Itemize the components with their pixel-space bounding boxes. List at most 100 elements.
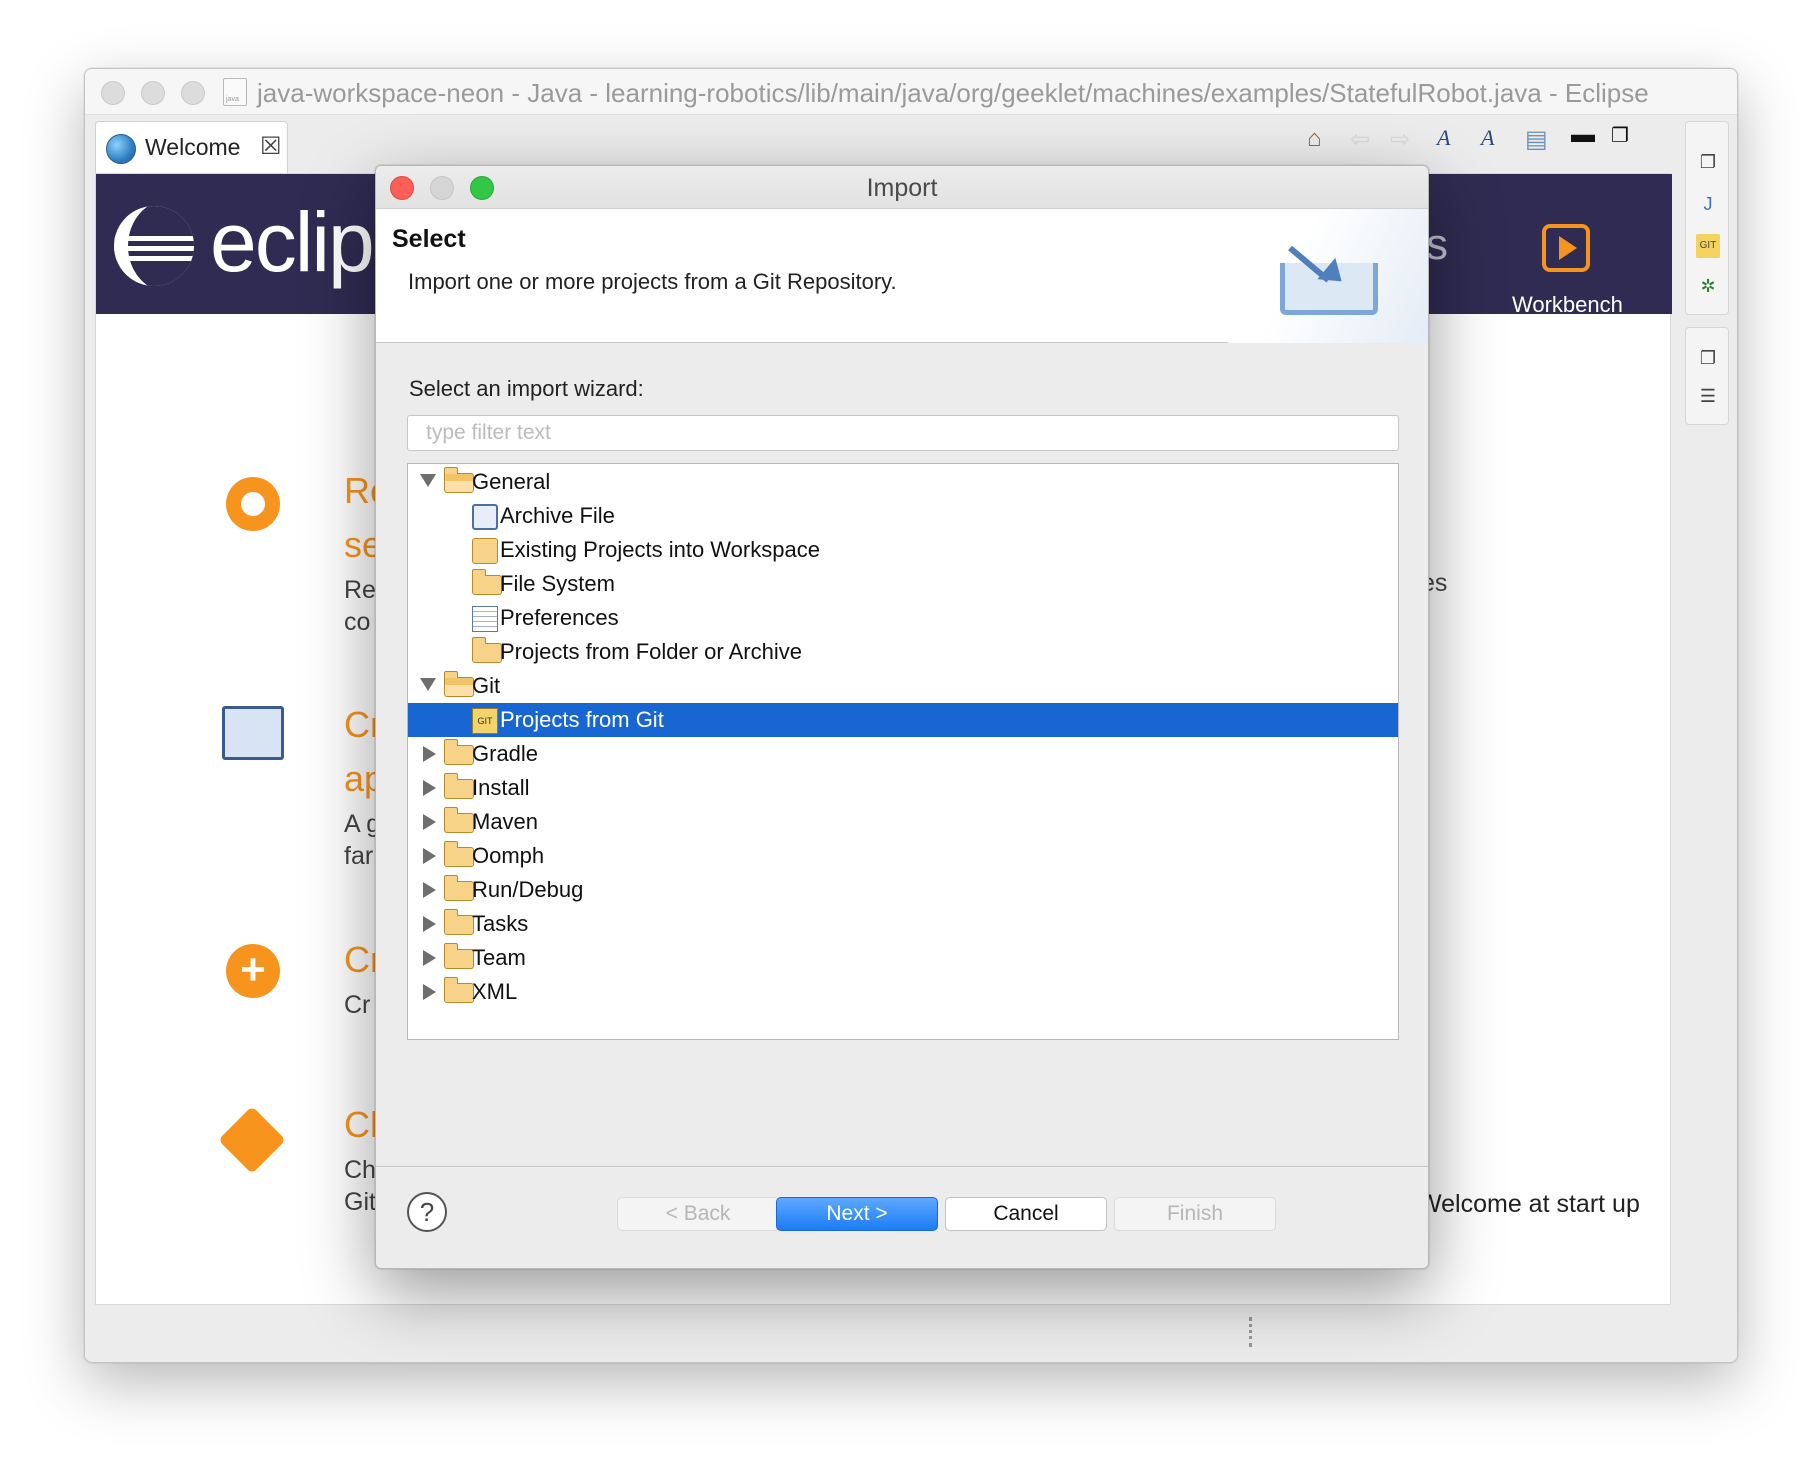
expand-chevron-icon[interactable] <box>423 780 436 796</box>
customize-page-icon[interactable]: ▤ <box>1525 125 1548 154</box>
java-perspective-icon[interactable]: J <box>1696 192 1720 216</box>
welcome-item-text: Cr <box>344 991 371 1019</box>
import-dialog: Import Select Import one or more project… <box>375 165 1429 1269</box>
back-arrow-icon[interactable]: ⇦ <box>1350 125 1370 154</box>
folder-icon <box>443 943 474 969</box>
plus-circle-icon: + <box>226 944 280 998</box>
existing-projects-icon <box>472 538 498 564</box>
folder-icon <box>443 467 474 493</box>
restore-icon[interactable]: ❐ <box>1696 150 1720 174</box>
tree-item-row[interactable]: Existing Projects into Workspace <box>408 533 1398 567</box>
welcome-globe-icon <box>106 134 136 164</box>
tree-folder-row[interactable]: Install <box>408 771 1398 805</box>
git-diamond-icon <box>218 1106 286 1174</box>
task-list-icon[interactable]: ☰ <box>1696 384 1720 408</box>
filter-input[interactable] <box>407 415 1399 451</box>
project-icon <box>222 706 284 760</box>
expand-chevron-icon[interactable] <box>423 984 436 1000</box>
tree-folder-row[interactable]: Gradle <box>408 737 1398 771</box>
minimize-view-icon[interactable]: ▬ <box>1571 121 1595 149</box>
expand-chevron-icon[interactable] <box>423 916 436 932</box>
git-icon: GIT <box>472 708 498 734</box>
view-trim: ❐ ☰ <box>1685 327 1729 425</box>
collapse-chevron-icon[interactable] <box>420 678 436 691</box>
collapse-chevron-icon[interactable] <box>420 474 436 487</box>
preferences-icon <box>472 606 498 632</box>
tree-folder-row[interactable]: XML <box>408 975 1398 1009</box>
home-icon[interactable]: ⌂ <box>1307 125 1322 153</box>
tree-item-row[interactable]: File System <box>408 567 1398 601</box>
welcome-item-text: Ch <box>344 1156 376 1184</box>
increase-font-icon[interactable]: A <box>1481 125 1494 151</box>
tree-folder-row[interactable]: Oomph <box>408 839 1398 873</box>
git-perspective-icon[interactable]: GIT <box>1696 234 1720 258</box>
tab-welcome-label: Welcome <box>145 134 241 160</box>
workbench-link[interactable]: Workbench <box>1512 292 1623 318</box>
expand-chevron-icon[interactable] <box>423 814 436 830</box>
tab-close-icon[interactable]: ☒ <box>260 132 282 161</box>
welcome-item-text: Re <box>344 576 376 604</box>
tree-label: Run/Debug <box>472 877 584 902</box>
zoom-window-button[interactable] <box>181 81 205 105</box>
expand-chevron-icon[interactable] <box>423 848 436 864</box>
tree-label: Install <box>472 775 530 800</box>
dialog-title: Import <box>866 174 938 202</box>
wizard-page-title: Select <box>392 225 466 253</box>
folder-icon <box>443 671 474 697</box>
folder-icon <box>443 841 474 867</box>
tree-item-row[interactable]: Archive File <box>408 499 1398 533</box>
tree-item-row[interactable]: GIT Projects from Git <box>408 703 1398 737</box>
tree-item-row[interactable]: Preferences <box>408 601 1398 635</box>
maximize-view-icon[interactable]: ❐ <box>1611 123 1629 148</box>
tree-label: Tasks <box>472 911 529 936</box>
tree-label: Preferences <box>500 605 619 630</box>
debug-bug-icon[interactable]: ✲ <box>1696 274 1720 298</box>
restore-icon[interactable]: ❐ <box>1696 346 1720 370</box>
tree-folder-row[interactable]: Maven <box>408 805 1398 839</box>
banner-partial-text: s <box>1426 220 1448 269</box>
expand-chevron-icon[interactable] <box>423 746 436 762</box>
perspective-trim: ❐ J GIT ✲ <box>1685 121 1729 315</box>
welcome-item-text: far <box>344 842 374 870</box>
tab-welcome[interactable]: Welcome ☒ <box>95 121 288 173</box>
tree-label: Projects from Folder or Archive <box>500 639 802 664</box>
tree-folder-row[interactable]: Tasks <box>408 907 1398 941</box>
tree-item-row[interactable]: Projects from Folder or Archive <box>408 635 1398 669</box>
welcome-item-text: Git <box>344 1188 376 1216</box>
tree-label: Team <box>472 945 526 970</box>
import-banner-icon <box>1228 209 1428 343</box>
bottom-sash-handle[interactable] <box>1249 1317 1253 1347</box>
footer-separator <box>376 1166 1428 1167</box>
welcome-item-text: co <box>344 608 371 636</box>
folder-archive-icon <box>471 637 502 663</box>
forward-arrow-icon[interactable]: ⇨ <box>1390 125 1410 154</box>
eclipse-logo-icon <box>114 206 194 286</box>
tree-label: Archive File <box>500 503 615 528</box>
folder-icon <box>443 807 474 833</box>
expand-chevron-icon[interactable] <box>423 882 436 898</box>
wizard-tree: General Archive File Existing Projects int… <box>407 463 1399 1040</box>
cancel-button[interactable]: Cancel <box>945 1197 1107 1231</box>
tree-label: Oomph <box>472 843 545 868</box>
welcome-startup-label: Welcome at start up <box>1418 1190 1640 1218</box>
wizard-page-description: Import one or more projects from a Git R… <box>408 269 897 294</box>
minimize-window-button[interactable] <box>141 81 165 105</box>
folder-icon <box>443 977 474 1003</box>
back-button[interactable]: < Back <box>617 1197 779 1231</box>
close-window-button[interactable] <box>101 81 125 105</box>
tree-label: File System <box>500 571 615 596</box>
finish-button[interactable]: Finish <box>1114 1197 1276 1231</box>
workbench-play-icon[interactable] <box>1542 224 1590 272</box>
help-button[interactable]: ? <box>407 1192 447 1232</box>
window-titlebar: java-workspace-neon - Java - learning-ro… <box>85 69 1737 115</box>
folder-icon <box>443 739 474 765</box>
select-wizard-label: Select an import wizard: <box>409 376 644 401</box>
tree-folder-row[interactable]: Run/Debug <box>408 873 1398 907</box>
tree-folder-row[interactable]: Git <box>408 669 1398 703</box>
next-button[interactable]: Next > <box>776 1197 938 1231</box>
gear-icon <box>226 477 280 531</box>
tree-folder-row[interactable]: General <box>408 465 1398 499</box>
expand-chevron-icon[interactable] <box>423 950 436 966</box>
tree-folder-row[interactable]: Team <box>408 941 1398 975</box>
decrease-font-icon[interactable]: A <box>1437 125 1450 151</box>
